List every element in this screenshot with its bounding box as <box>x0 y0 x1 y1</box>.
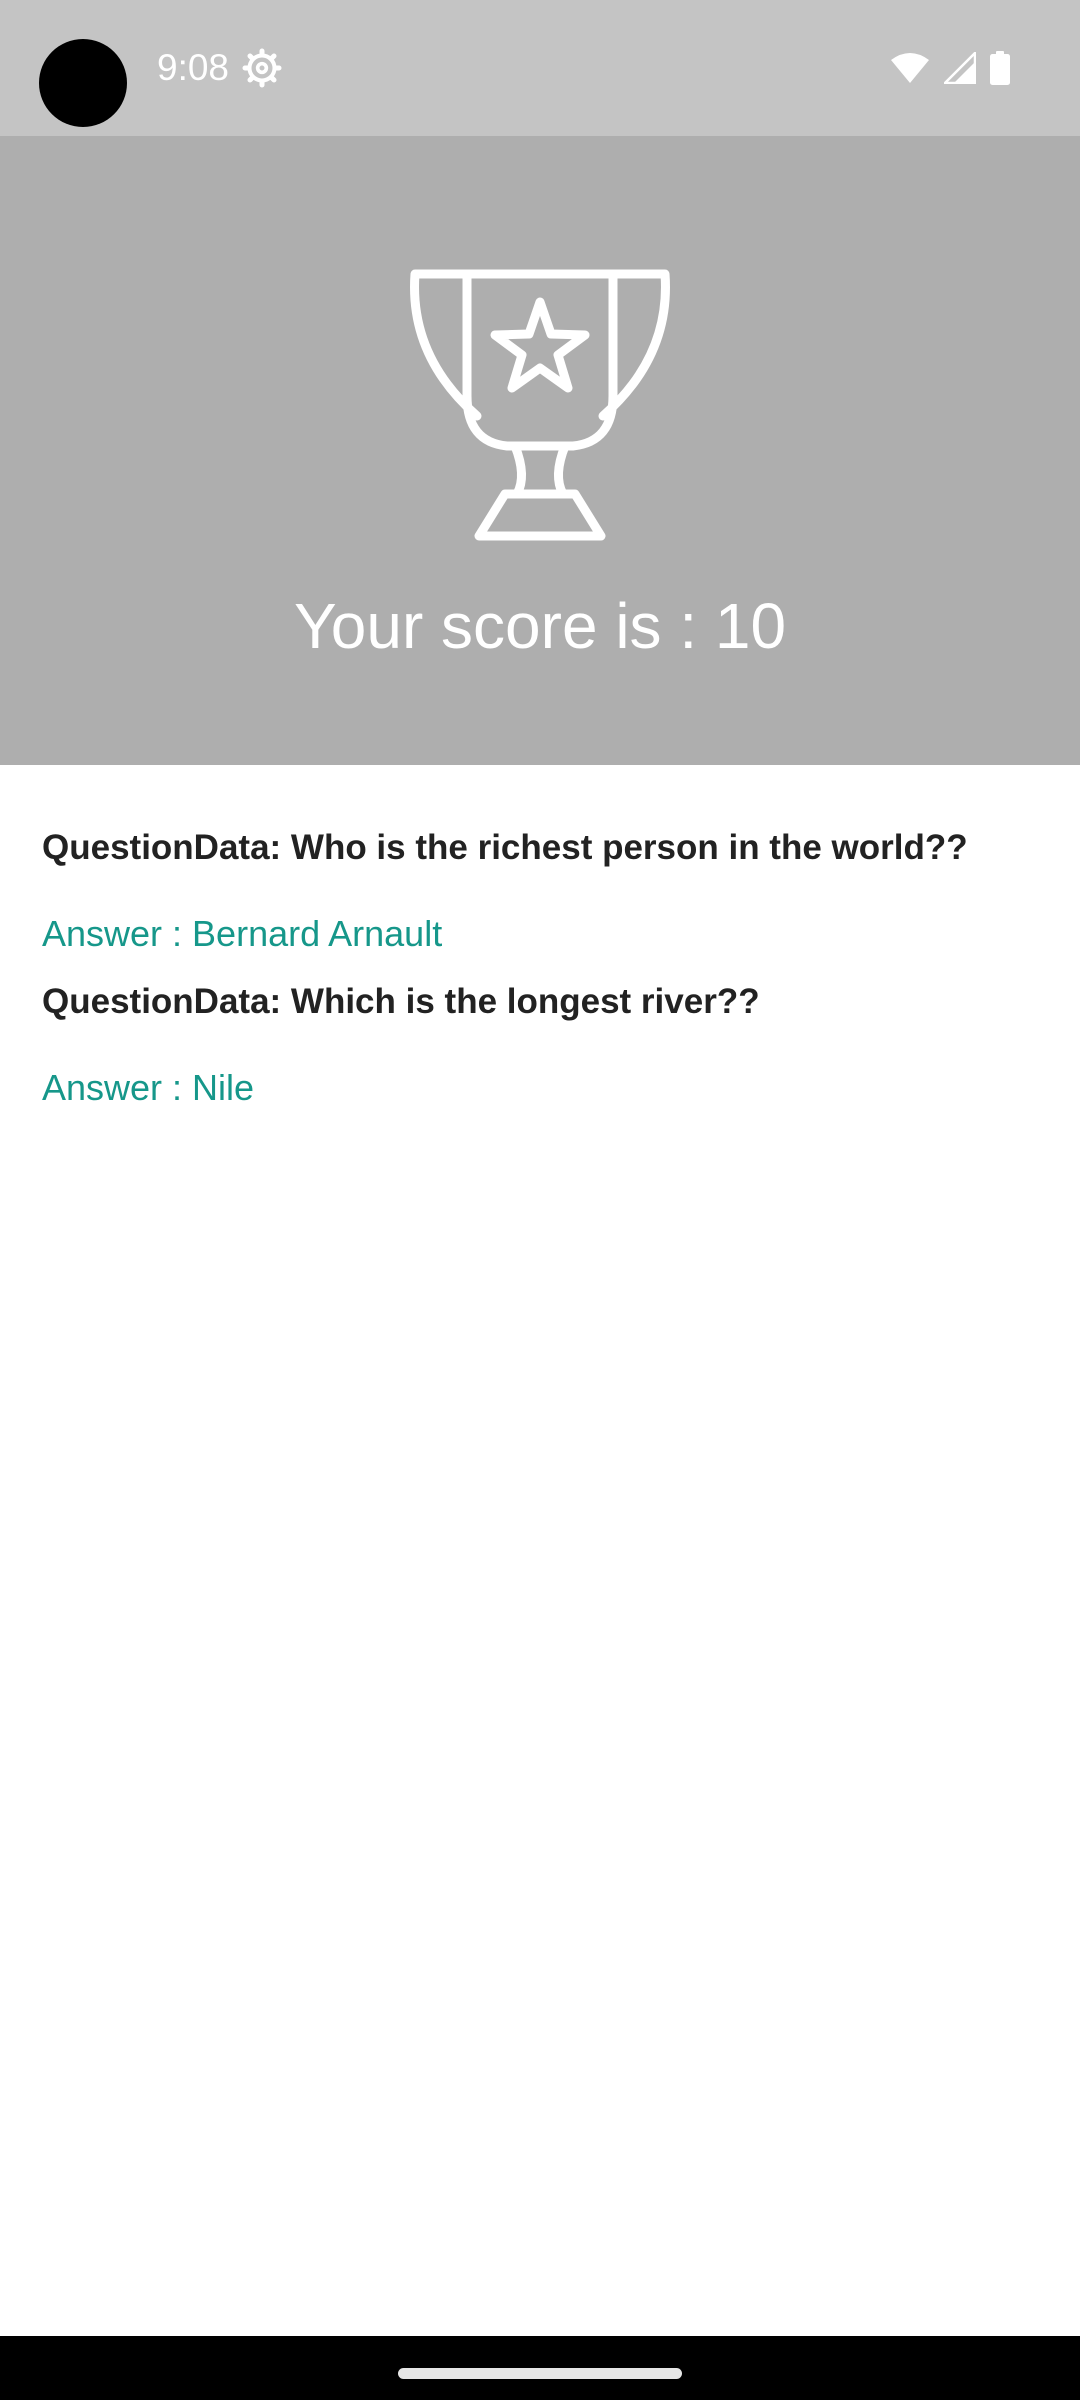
trophy-icon <box>410 269 670 541</box>
score-header: Your score is : 10 <box>0 136 1080 765</box>
battery-icon <box>990 51 1010 85</box>
status-bar: 9:08 <box>0 0 1080 136</box>
answer-text: Answer : Nile <box>42 1067 255 1108</box>
settings-icon <box>242 48 282 88</box>
wifi-icon <box>891 53 929 83</box>
camera-cutout <box>39 39 127 127</box>
results-list: QuestionData: Who is the richest person … <box>42 825 1042 1133</box>
question-text: QuestionData: Who is the richest person … <box>42 828 968 867</box>
home-indicator[interactable] <box>398 2368 682 2379</box>
answer-text: Answer : Bernard Arnault <box>42 913 443 954</box>
result-item: QuestionData: Which is the longest river… <box>42 979 1042 1111</box>
status-icons <box>890 50 1010 86</box>
status-time: 9:08 <box>157 47 230 88</box>
result-item: QuestionData: Who is the richest person … <box>42 825 1042 957</box>
score-text: Your score is : 10 <box>293 590 787 662</box>
cellular-signal-icon <box>944 52 976 84</box>
navigation-bar <box>0 2336 1080 2400</box>
question-text: QuestionData: Which is the longest river… <box>42 982 760 1021</box>
